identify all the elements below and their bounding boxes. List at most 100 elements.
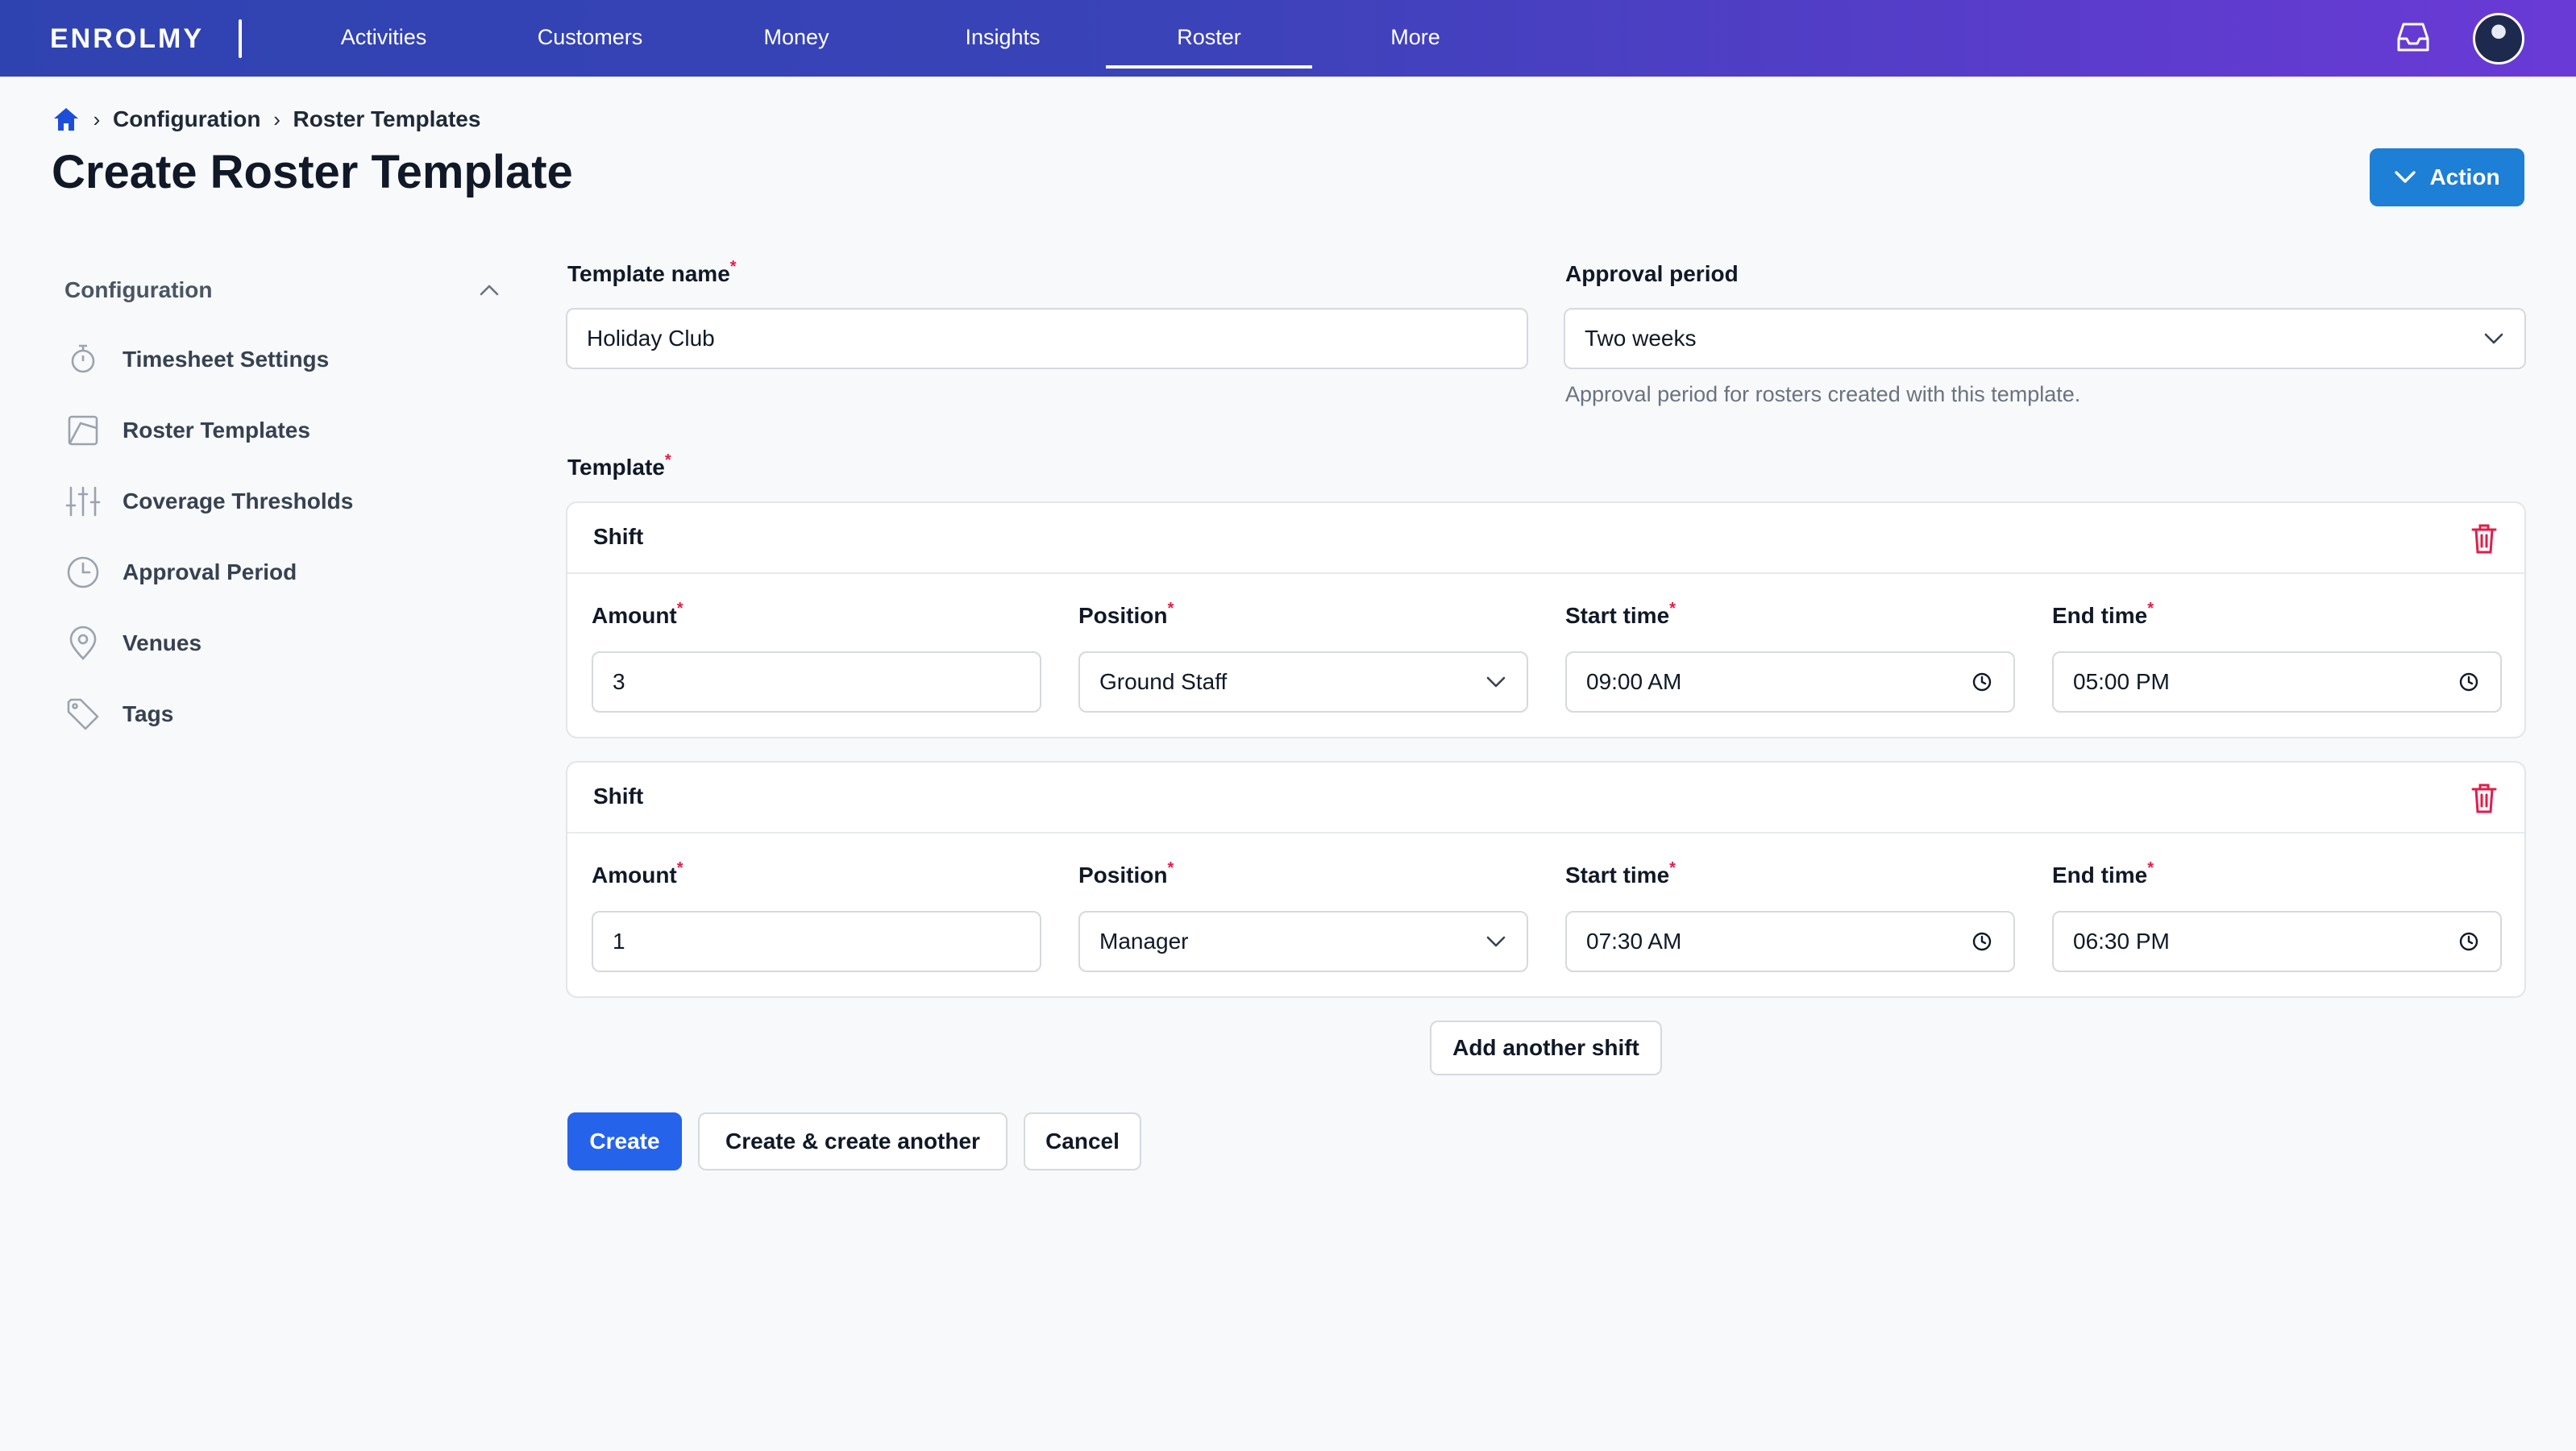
sidebar-item-label: Coverage Thresholds	[123, 489, 354, 513]
start-time-label: Start time*	[1565, 859, 1676, 888]
amount-label-text: Amount	[592, 863, 677, 888]
home-icon[interactable]	[52, 105, 81, 134]
shift-card-header: Shift	[567, 763, 2524, 834]
amount-input[interactable]: 1	[592, 911, 1041, 972]
shift-card-header: Shift	[567, 503, 2524, 574]
action-label: Action	[2429, 164, 2500, 189]
template-name-label: Template name*	[567, 258, 737, 287]
amount-input[interactable]: 3	[592, 651, 1041, 713]
chevron-up-icon[interactable]	[479, 284, 500, 297]
end-time-value: 05:00 PM	[2073, 669, 2170, 694]
inbox-icon[interactable]	[2395, 21, 2431, 53]
template-name-input[interactable]: Holiday Club	[566, 308, 1528, 369]
start-time-label-text: Start time	[1565, 863, 1670, 888]
trash-icon[interactable]	[2470, 522, 2499, 555]
create-button[interactable]: Create	[567, 1112, 682, 1170]
required-asterisk: *	[1167, 859, 1174, 877]
sidebar-item-label: Venues	[123, 630, 202, 655]
nav-customers[interactable]: Customers	[487, 0, 693, 77]
amount-label-text: Amount	[592, 603, 677, 628]
nav-insights[interactable]: Insights	[900, 0, 1106, 77]
position-label-text: Position	[1078, 603, 1168, 628]
chevron-down-icon	[1486, 936, 1506, 947]
position-label: Position*	[1078, 600, 1174, 629]
start-time-label: Start time*	[1565, 600, 1676, 629]
sidebar-item-label: Roster Templates	[123, 418, 310, 443]
add-another-shift-button[interactable]: Add another shift	[1430, 1021, 1662, 1075]
start-time-input[interactable]: 07:30 AM	[1565, 911, 2015, 972]
amount-value: 1	[613, 929, 625, 954]
nav-more[interactable]: More	[1312, 0, 1519, 77]
nav-activities[interactable]: Activities	[280, 0, 487, 77]
position-select[interactable]: Manager	[1078, 911, 1528, 972]
required-asterisk: *	[676, 600, 683, 617]
required-asterisk: *	[2147, 859, 2154, 877]
clock-icon[interactable]	[2458, 671, 2479, 692]
template-name-value: Holiday Club	[587, 326, 715, 351]
end-time-label: End time*	[2052, 600, 2154, 629]
sidebar-item-label: Tags	[123, 701, 174, 726]
user-avatar[interactable]	[2473, 13, 2524, 64]
nav-money[interactable]: Money	[693, 0, 900, 77]
amount-label: Amount*	[592, 859, 683, 888]
approval-period-help: Approval period for rosters created with…	[1565, 382, 2081, 406]
sidebar-item-approval-period[interactable]: Approval Period	[64, 550, 484, 595]
shift-title: Shift	[593, 784, 644, 809]
end-time-label: End time*	[2052, 859, 2154, 888]
start-time-input[interactable]: 09:00 AM	[1565, 651, 2015, 713]
end-time-value: 06:30 PM	[2073, 929, 2170, 954]
chevron-right-icon: ›	[93, 106, 101, 131]
sidebar-item-roster-templates[interactable]: Roster Templates	[64, 408, 484, 453]
position-label: Position*	[1078, 859, 1174, 888]
action-button[interactable]: Action	[2370, 148, 2524, 206]
clock-icon[interactable]	[2458, 931, 2479, 952]
sliders-icon	[65, 486, 101, 517]
position-label-text: Position	[1078, 863, 1168, 888]
create-and-create-another-button[interactable]: Create & create another	[698, 1112, 1008, 1170]
end-time-label-text: End time	[2052, 603, 2148, 628]
amount-label: Amount*	[592, 600, 683, 629]
sidebar-item-label: Approval Period	[123, 559, 297, 584]
template-icon	[68, 415, 98, 446]
template-name-label-text: Template name	[567, 261, 730, 286]
start-time-value: 07:30 AM	[1586, 929, 1682, 954]
sidebar-item-timesheet-settings[interactable]: Timesheet Settings	[64, 337, 484, 382]
sidebar-item-tags[interactable]: Tags	[64, 692, 484, 737]
breadcrumb-configuration[interactable]: Configuration	[113, 106, 261, 132]
top-nav-bar: ENROLMY Activities Customers Money Insig…	[0, 0, 2576, 77]
approval-period-value: Two weeks	[1585, 326, 1697, 351]
chevron-down-icon	[1486, 676, 1506, 688]
enrolmy-logo[interactable]: ENROLMY	[50, 22, 204, 56]
cancel-button[interactable]: Cancel	[1024, 1112, 1141, 1170]
clock-icon[interactable]	[1971, 931, 1992, 952]
stopwatch-icon	[71, 344, 95, 373]
shift-title: Shift	[593, 524, 644, 549]
trash-icon[interactable]	[2470, 782, 2499, 814]
required-asterisk: *	[2147, 600, 2154, 617]
required-asterisk: *	[1669, 859, 1676, 877]
end-time-label-text: End time	[2052, 863, 2148, 888]
page-title: Create Roster Template	[52, 146, 573, 198]
clock-icon	[67, 556, 99, 588]
breadcrumb: › Configuration › Roster Templates	[52, 103, 480, 135]
position-value: Manager	[1099, 929, 1189, 954]
clock-icon[interactable]	[1971, 671, 1992, 692]
sidebar-item-coverage-thresholds[interactable]: Coverage Thresholds	[64, 479, 484, 524]
end-time-input[interactable]: 05:00 PM	[2052, 651, 2502, 713]
approval-period-label: Approval period	[1565, 261, 1739, 286]
chevron-right-icon: ›	[273, 106, 280, 131]
chevron-down-icon	[2395, 171, 2416, 183]
amount-value: 3	[613, 669, 625, 694]
nav-roster[interactable]: Roster	[1106, 0, 1312, 77]
sidebar-heading[interactable]: Configuration	[64, 272, 500, 308]
position-select[interactable]: Ground Staff	[1078, 651, 1528, 713]
start-time-value: 09:00 AM	[1586, 669, 1682, 694]
end-time-input[interactable]: 06:30 PM	[2052, 911, 2502, 972]
breadcrumb-roster-templates[interactable]: Roster Templates	[293, 106, 481, 132]
template-label-text: Template	[567, 455, 665, 480]
map-pin-icon	[69, 626, 97, 660]
chevron-down-icon	[2484, 333, 2503, 344]
start-time-label-text: Start time	[1565, 603, 1670, 628]
sidebar-item-venues[interactable]: Venues	[64, 621, 484, 666]
approval-period-select[interactable]: Two weeks	[1564, 308, 2526, 369]
